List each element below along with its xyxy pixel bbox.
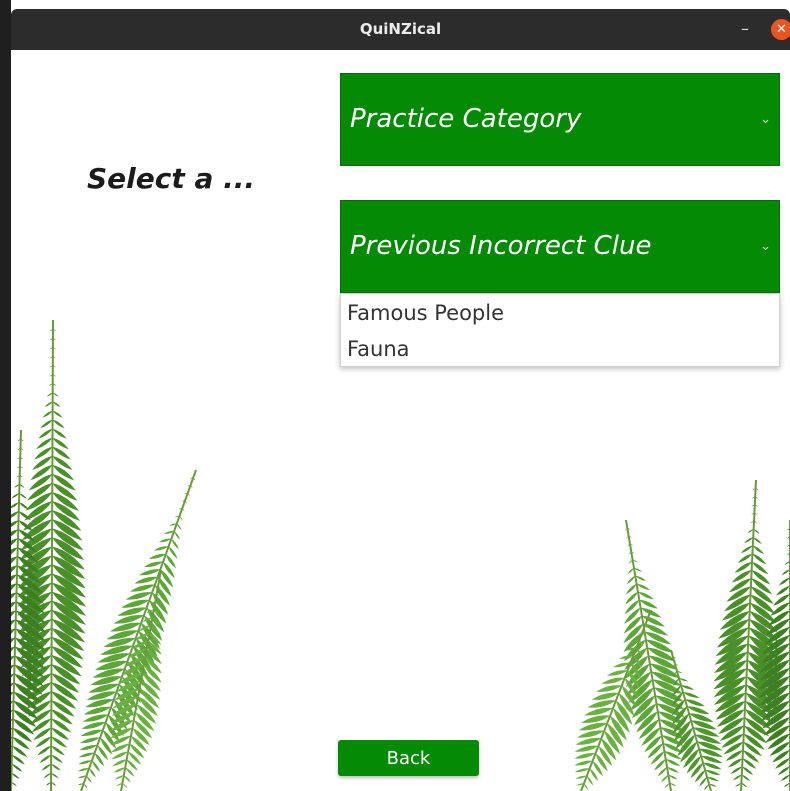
window-title: QuiNZical (359, 20, 442, 38)
close-icon[interactable]: ✕ (771, 19, 790, 40)
main-panel: Select a ... Practice Category ⌄ Previou… (11, 50, 790, 791)
title-bar: QuiNZical – ✕ (11, 9, 790, 50)
dropdown-option-famous-people[interactable]: Famous People (347, 295, 504, 331)
window-frame (0, 0, 11, 791)
chevron-down-icon: ⌄ (760, 239, 771, 254)
category-dropdown-list: Famous People Fauna (340, 293, 780, 367)
combo-label: Practice Category (350, 104, 582, 134)
combo-label: Previous Incorrect Clue (350, 231, 652, 261)
page-heading: Select a ... (87, 162, 256, 195)
previous-incorrect-clue-combo[interactable]: Previous Incorrect Clue ⌄ (340, 200, 780, 293)
minimize-icon[interactable]: – (737, 19, 753, 39)
back-button[interactable]: Back (338, 740, 479, 776)
practice-category-combo[interactable]: Practice Category ⌄ (340, 73, 780, 166)
dropdown-option-fauna[interactable]: Fauna (347, 331, 410, 367)
chevron-down-icon: ⌄ (760, 112, 771, 127)
